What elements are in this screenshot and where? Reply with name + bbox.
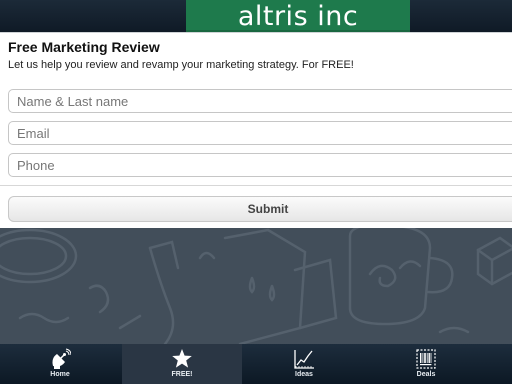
marketing-review-form: Free Marketing Review Let us help you re… [0, 32, 512, 229]
name-field[interactable] [8, 89, 512, 113]
tab-ideas-label: Ideas [295, 371, 313, 378]
satellite-dish-icon [52, 348, 71, 369]
app-header: altris inc [0, 0, 512, 32]
email-field[interactable] [8, 121, 512, 145]
doodle-pattern-icon [0, 228, 512, 344]
company-logo[interactable]: altris inc [186, 0, 410, 32]
tab-free[interactable]: FREE! [122, 344, 242, 384]
tab-deals[interactable]: Deals [366, 344, 486, 384]
phone-field[interactable] [8, 153, 512, 177]
form-title: Free Marketing Review [8, 39, 160, 55]
form-divider [0, 185, 512, 186]
submit-button[interactable]: Submit [8, 196, 512, 222]
doodle-background [0, 228, 512, 344]
tab-home-label: Home [50, 371, 70, 378]
star-icon [172, 349, 192, 368]
barcode-icon [416, 349, 436, 369]
bottom-tab-bar: Home FREE! Ideas Deals [0, 344, 512, 384]
line-chart-icon [294, 350, 314, 369]
form-subtitle: Let us help you review and revamp your m… [8, 59, 354, 71]
tab-deals-label: Deals [416, 371, 436, 378]
tab-home[interactable]: Home [0, 344, 120, 384]
tab-free-label: FREE! [171, 371, 193, 378]
tab-ideas[interactable]: Ideas [244, 344, 364, 384]
